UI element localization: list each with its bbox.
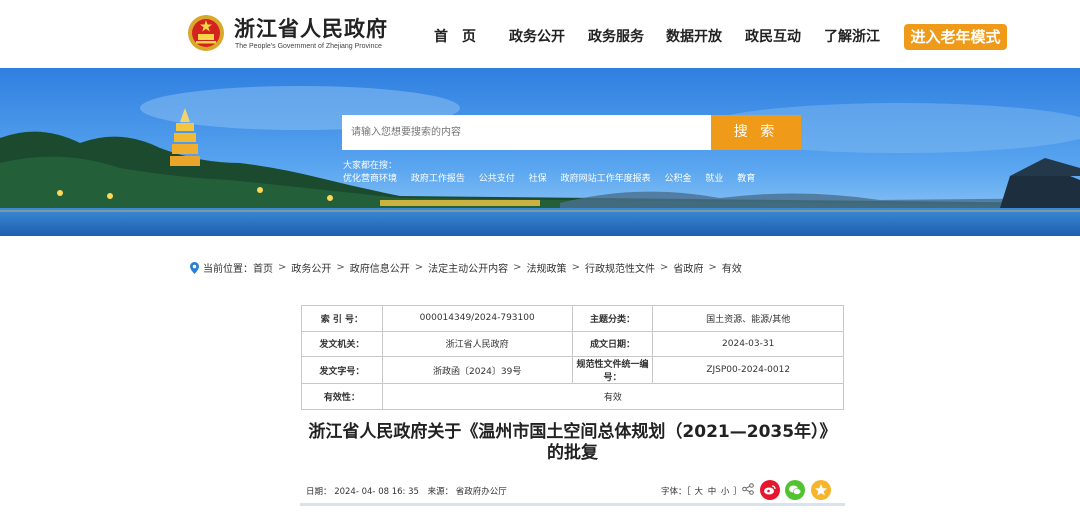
breadcrumb-separator: > <box>278 262 287 273</box>
validity-value: 有效 <box>381 383 845 410</box>
hot-link-employment[interactable]: 就业 <box>705 174 723 184</box>
topic-label: 主题分类： <box>571 305 654 332</box>
breadcrumb-separator: > <box>414 262 424 273</box>
breadcrumb-gov-info-open[interactable]: 政府信息公开 <box>350 260 410 275</box>
hot-link-work-report[interactable]: 政府工作报告 <box>411 174 465 184</box>
written-date-value: 2024-03-31 <box>652 330 844 357</box>
breadcrumb-normative-docs[interactable]: 行政规范性文件 <box>585 260 655 275</box>
hot-link-education[interactable]: 教育 <box>737 174 755 184</box>
breadcrumb-statutory-content[interactable]: 法定主动公开内容 <box>428 260 508 275</box>
nav-home[interactable]: 首 页 <box>434 26 476 46</box>
hot-search-links: 优化营商环境 政府工作报告 公共支付 社保 政府网站工作年度报表 公积金 就业 … <box>343 171 766 184</box>
issuing-org-value: 浙江省人民政府 <box>381 330 573 357</box>
table-row: 索 引 号： 000014349/2024-793100 主题分类： 国土资源、… <box>301 305 844 332</box>
font-size-small[interactable]: 小 <box>721 487 730 497</box>
nav-about-zhejiang[interactable]: 了解浙江 <box>824 26 880 46</box>
hot-link-annual-report[interactable]: 政府网站工作年度报表 <box>561 174 651 184</box>
document-meta: 日期： 2024- 04- 08 16: 35 来源： 省政府办公厅 <box>306 485 513 497</box>
wechat-share-icon[interactable] <box>785 480 805 500</box>
breadcrumb-separator: > <box>708 262 717 273</box>
written-date-label: 成文日期： <box>571 330 654 357</box>
validity-label: 有效性： <box>301 383 383 410</box>
font-size-medium[interactable]: 中 <box>708 487 717 497</box>
breadcrumb-separator: > <box>336 262 345 273</box>
breadcrumb-separator: > <box>659 262 669 273</box>
nav-interaction[interactable]: 政民互动 <box>745 26 801 46</box>
location-pin-icon <box>190 261 199 274</box>
site-header: 浙江省人民政府 The People's Government of Zheji… <box>0 0 1080 68</box>
site-subtitle: The People's Government of Zhejiang Prov… <box>235 43 382 50</box>
weibo-share-icon[interactable] <box>760 480 780 500</box>
nav-gov-affairs-open[interactable]: 政务公开 <box>509 26 565 46</box>
table-row: 发文字号： 浙政函〔2024〕39号 规范性文件统一编号： ZJSP00-202… <box>301 356 844 384</box>
breadcrumb-separator: > <box>513 262 522 273</box>
unified-code-label: 规范性文件统一编号： <box>571 356 654 384</box>
index-number-value: 000014349/2024-793100 <box>381 305 573 332</box>
font-size-label: 字体：［ <box>661 487 691 497</box>
publish-date: 日期： 2024- 04- 08 16: 35 <box>306 487 419 497</box>
breadcrumb-provincial-gov[interactable]: 省政府 <box>673 260 703 275</box>
content-divider <box>300 503 845 506</box>
document-info-table: 索 引 号： 000014349/2024-793100 主题分类： 国土资源、… <box>301 305 845 410</box>
unified-code-value: ZJSP00-2024-0012 <box>652 356 844 384</box>
breadcrumb-valid[interactable]: 有效 <box>722 260 742 275</box>
search-button[interactable]: 搜 索 <box>711 115 801 150</box>
site-title[interactable]: 浙江省人民政府 <box>234 13 388 43</box>
doc-number-value: 浙政函〔2024〕39号 <box>381 356 573 384</box>
breadcrumb-regulations[interactable]: 法规政策 <box>527 260 567 275</box>
breadcrumb-separator: > <box>571 262 580 273</box>
hot-link-public-payment[interactable]: 公共支付 <box>479 174 515 184</box>
search-input[interactable] <box>342 115 711 150</box>
favorite-star-icon[interactable] <box>811 480 831 500</box>
document-source: 来源： 省政府办公厅 <box>427 487 507 497</box>
nav-gov-services[interactable]: 政务服务 <box>588 26 644 46</box>
nav-open-data[interactable]: 数据开放 <box>666 26 722 46</box>
breadcrumb-gov-affairs-open[interactable]: 政务公开 <box>291 260 331 275</box>
hot-link-housing-fund[interactable]: 公积金 <box>664 174 691 184</box>
font-size-switcher: 字体：［ 大 中 小 ］ <box>661 485 742 497</box>
share-icon[interactable] <box>742 483 754 495</box>
topic-value: 国土资源、能源/其他 <box>652 305 844 332</box>
national-emblem-icon[interactable] <box>187 14 225 52</box>
hot-link-business-env[interactable]: 优化营商环境 <box>343 174 397 184</box>
west-lake-scenery-image <box>0 68 1080 236</box>
table-row: 有效性： 有效 <box>301 383 845 410</box>
font-size-bracket: ］ <box>733 487 742 497</box>
hot-search-label: 大家都在搜： <box>343 161 398 171</box>
doc-number-label: 发文字号： <box>301 356 383 384</box>
breadcrumb-home[interactable]: 首页 <box>253 260 273 275</box>
font-size-large[interactable]: 大 <box>694 487 703 497</box>
breadcrumb: 当前位置： 首页 > 政务公开 > 政府信息公开 > 法定主动公开内容 > 法规… <box>190 260 742 275</box>
hero-banner: 搜 索 大家都在搜： 优化营商环境 政府工作报告 公共支付 社保 政府网站工作年… <box>0 68 1080 236</box>
breadcrumb-label: 当前位置： <box>203 264 253 275</box>
hot-link-social-security[interactable]: 社保 <box>529 174 547 184</box>
elder-mode-button[interactable]: 进入老年模式 <box>904 24 1007 50</box>
table-row: 发文机关： 浙江省人民政府 成文日期： 2024-03-31 <box>301 330 844 357</box>
issuing-org-label: 发文机关： <box>301 330 383 357</box>
index-number-label: 索 引 号： <box>301 305 383 332</box>
document-title: 浙江省人民政府关于《温州市国土空间总体规划（2021—2035年）》的批复 <box>308 422 837 463</box>
